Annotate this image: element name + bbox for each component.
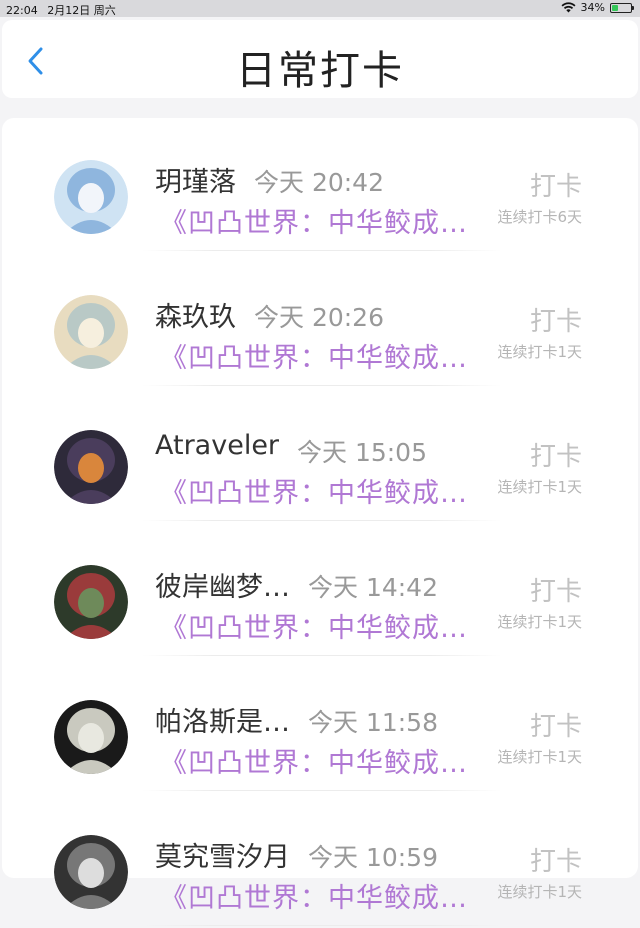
user-name[interactable]: 帕洛斯是… [155,700,290,739]
checkin-button[interactable]: 打卡 [530,166,582,203]
checkin-time: 今天 14:42 [308,573,438,602]
avatar[interactable] [54,430,128,504]
topic-link[interactable]: 《凹凸世界：中华鲛成… [160,741,490,780]
checkin-time: 今天 20:42 [254,168,384,197]
topic-link[interactable]: 《凹凸世界：中华鲛成… [160,471,490,510]
avatar[interactable] [54,835,128,909]
topic-link[interactable]: 《凹凸世界：中华鲛成… [160,876,490,915]
checkin-row[interactable]: 帕洛斯是… 今天 11:58 《凹凸世界：中华鲛成… 打卡 连续打卡1天 [2,658,638,793]
checkin-time: 今天 15:05 [297,438,427,467]
avatar[interactable] [54,160,128,234]
checkin-button[interactable]: 打卡 [530,841,582,878]
streak-text: 连续打卡1天 [497,343,582,361]
battery-fill [612,4,619,11]
battery-icon [610,2,634,13]
checkin-row[interactable]: 玥瑾落 今天 20:42 《凹凸世界：中华鲛成… 打卡 连续打卡6天 [2,118,638,253]
wifi-icon [561,2,576,13]
avatar[interactable] [54,700,128,774]
streak-text: 连续打卡6天 [497,208,582,226]
topic-link[interactable]: 《凹凸世界：中华鲛成… [160,606,490,645]
checkin-row[interactable]: Atraveler 今天 15:05 《凹凸世界：中华鲛成… 打卡 连续打卡1天 [2,388,638,523]
topic-link[interactable]: 《凹凸世界：中华鲛成… [160,336,490,375]
checkin-list-card: 玥瑾落 今天 20:42 《凹凸世界：中华鲛成… 打卡 连续打卡6天 森玖玖 今… [2,118,638,926]
page-title: 日常打卡 [236,48,404,94]
row-divider [142,520,502,521]
status-bar: 22:04 2月12日 周六 34% [0,0,640,17]
row-divider [142,655,502,656]
user-name[interactable]: 森玖玖 [155,295,236,334]
streak-text: 连续打卡1天 [497,613,582,631]
status-date: 2月12日 周六 [47,4,116,17]
nav-bar: 日常打卡 [2,20,638,98]
user-name[interactable]: Atraveler [155,430,279,461]
user-name[interactable]: 莫究雪汐月 [155,835,290,874]
streak-text: 连续打卡1天 [497,883,582,901]
avatar[interactable] [54,295,128,369]
row-divider [142,250,502,251]
row-divider [142,790,502,791]
checkin-list: 玥瑾落 今天 20:42 《凹凸世界：中华鲛成… 打卡 连续打卡6天 森玖玖 今… [2,118,638,928]
checkin-row[interactable]: 彼岸幽梦… 今天 14:42 《凹凸世界：中华鲛成… 打卡 连续打卡1天 [2,523,638,658]
battery-percent: 34% [580,1,605,14]
checkin-time: 今天 10:59 [308,843,438,872]
checkin-row[interactable]: 森玖玖 今天 20:26 《凹凸世界：中华鲛成… 打卡 连续打卡1天 [2,253,638,388]
avatar[interactable] [54,565,128,639]
streak-text: 连续打卡1天 [497,478,582,496]
checkin-button[interactable]: 打卡 [530,571,582,608]
checkin-row[interactable]: 莫究雪汐月 今天 10:59 《凹凸世界：中华鲛成… 打卡 连续打卡1天 [2,793,638,928]
status-right: 34% [561,1,634,14]
streak-text: 连续打卡1天 [497,748,582,766]
user-name[interactable]: 彼岸幽梦… [155,565,290,604]
status-time: 22:04 [6,4,38,17]
checkin-time: 今天 20:26 [254,303,384,332]
checkin-button[interactable]: 打卡 [530,706,582,743]
user-name[interactable]: 玥瑾落 [155,160,236,199]
row-divider [142,385,502,386]
status-left: 22:04 2月12日 周六 [6,2,122,18]
checkin-button[interactable]: 打卡 [530,436,582,473]
row-divider [142,925,502,926]
topic-link[interactable]: 《凹凸世界：中华鲛成… [160,201,490,240]
checkin-button[interactable]: 打卡 [530,301,582,338]
checkin-time: 今天 11:58 [308,708,438,737]
